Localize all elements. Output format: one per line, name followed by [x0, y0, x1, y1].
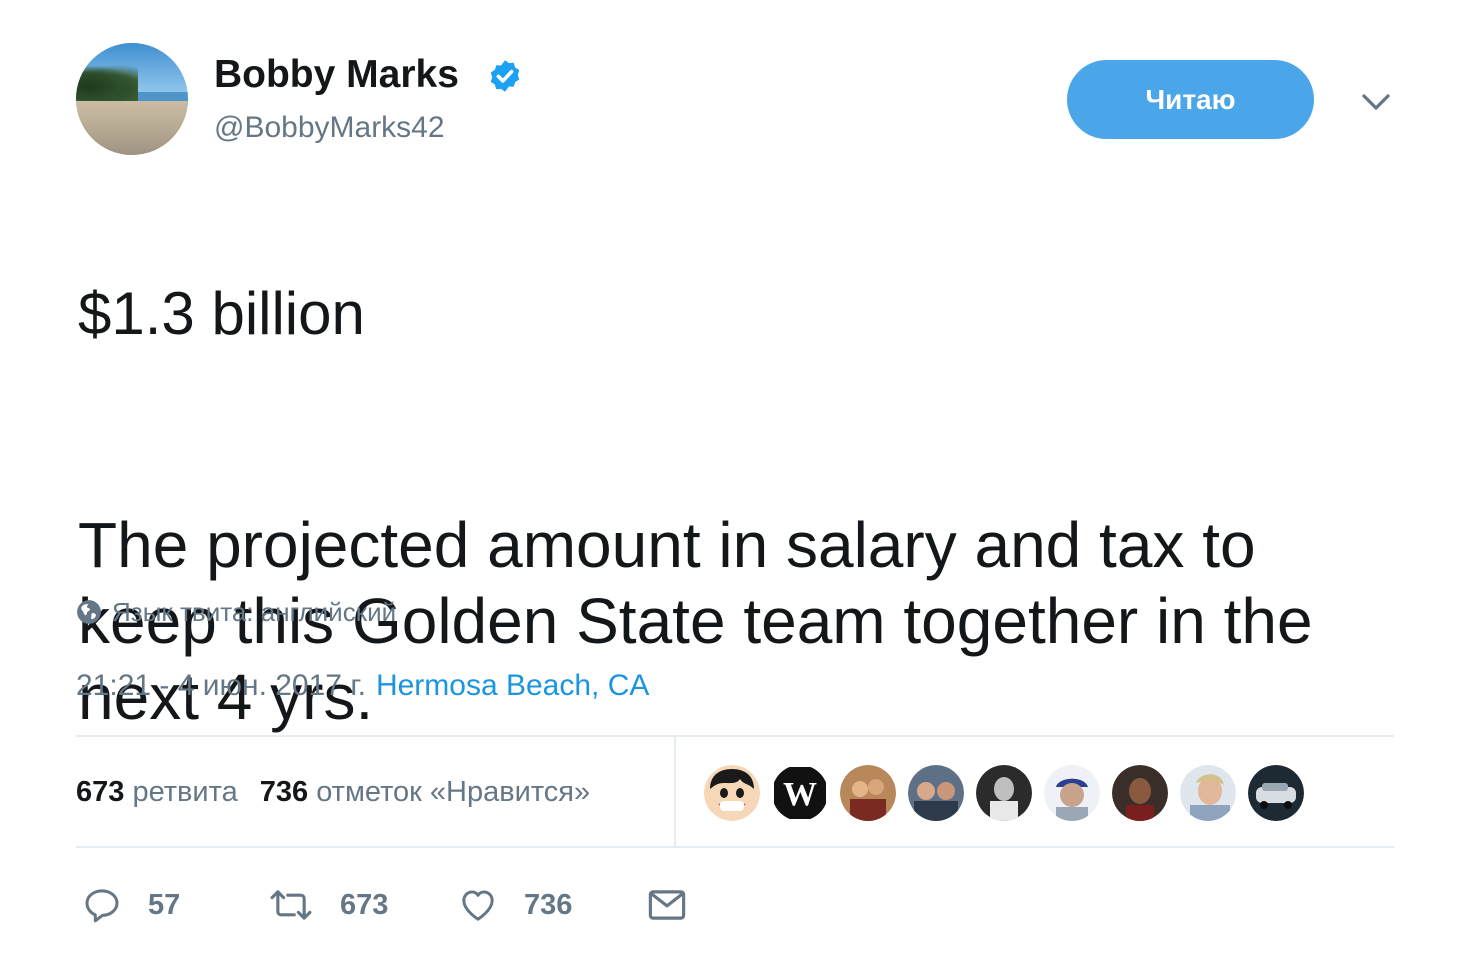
globe-icon	[77, 600, 101, 624]
retweet-button[interactable]: 673	[268, 880, 388, 930]
retweets-stat[interactable]: 673 ретвита	[76, 776, 238, 808]
tweet-card: Bobby Marks @BobbyMarks42 Читаю $1.3 bil…	[0, 0, 1460, 975]
author-name[interactable]: Bobby Marks	[214, 52, 459, 98]
likes-stat-count: 736	[259, 776, 309, 808]
like-button[interactable]: 736	[458, 880, 572, 930]
verified-badge-icon	[490, 60, 520, 92]
heart-icon	[462, 890, 494, 921]
tweet-stats: 673 ретвита 736 отметок «Нравится»	[76, 774, 590, 810]
liker-avatar[interactable]	[1112, 765, 1168, 821]
envelope-icon	[648, 890, 686, 920]
direct-message-button[interactable]	[646, 880, 714, 930]
like-count: 736	[524, 888, 573, 921]
dark-portrait-avatar-icon	[1112, 765, 1168, 821]
avatar-sand	[76, 101, 188, 155]
liker-avatar[interactable]	[1180, 765, 1236, 821]
liker-avatar[interactable]	[1248, 765, 1304, 821]
reply-button[interactable]: 57	[82, 880, 180, 930]
liker-avatar[interactable]	[1044, 765, 1100, 821]
likes-stat-label: отметок «Нравится»	[316, 776, 591, 808]
svg-text:W: W	[783, 776, 817, 813]
following-button[interactable]: Читаю	[1067, 60, 1314, 139]
car-photo-avatar-icon	[1248, 765, 1304, 821]
retweets-stat-label: ретвита	[132, 776, 238, 808]
cap-person-avatar-icon	[1044, 765, 1100, 821]
retweet-icon	[270, 890, 312, 920]
tweet-language-note: Язык твита: английский	[76, 596, 396, 628]
author-handle[interactable]: @BobbyMarks42	[214, 110, 445, 146]
tweet-text: $1.3 billion The projected amount in sal…	[78, 200, 1378, 735]
author-avatar[interactable]	[76, 43, 188, 155]
reply-icon	[85, 889, 119, 923]
divider-bottom	[76, 846, 1394, 848]
liker-avatar[interactable]	[840, 765, 896, 821]
divider-vertical	[674, 737, 676, 847]
people-photo-avatar-icon	[908, 765, 964, 821]
tweet-datetime[interactable]: 21:21 - 4 июн. 2017 г.	[76, 669, 366, 702]
tweet-timestamp: 21:21 - 4 июн. 2017 г. Hermosa Beach, CA	[76, 668, 649, 704]
group-photo-avatar-icon	[840, 765, 896, 821]
liker-avatar[interactable]: W	[772, 765, 828, 821]
chevron-down-icon[interactable]	[1358, 84, 1394, 120]
reply-count: 57	[148, 888, 181, 921]
liker-avatar[interactable]	[908, 765, 964, 821]
liker-avatar[interactable]	[704, 765, 760, 821]
retweet-count: 673	[340, 888, 389, 921]
retweets-stat-count: 673	[76, 776, 125, 808]
language-note-text: Язык твита: английский	[112, 597, 397, 627]
portrait-bw-avatar-icon	[976, 765, 1032, 821]
likes-stat[interactable]: 736 отметок «Нравится»	[260, 776, 590, 808]
divider-top	[76, 735, 1394, 737]
avatar-trees	[76, 65, 138, 101]
tweet-text-line-headline: $1.3 billion	[78, 280, 365, 347]
wikipedia-w-icon: W	[774, 767, 826, 819]
cartoon-face-avatar-icon	[704, 765, 760, 821]
liker-avatar[interactable]	[976, 765, 1032, 821]
tweet-location-link[interactable]: Hermosa Beach, CA	[376, 669, 649, 702]
likers-avatars: W	[704, 765, 1316, 821]
woman-selfie-avatar-icon	[1180, 765, 1236, 821]
